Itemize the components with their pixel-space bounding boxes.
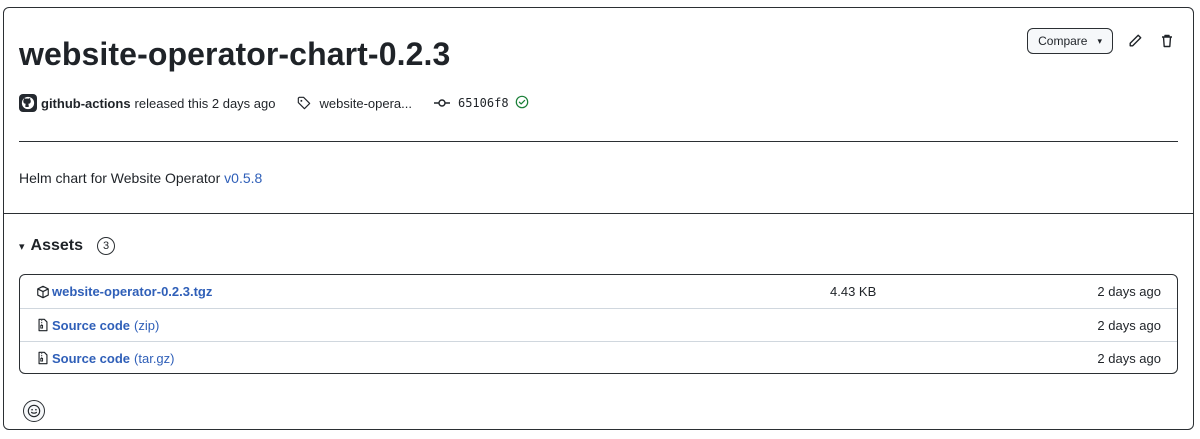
assets-heading: Assets: [30, 237, 84, 254]
asset-ext: (zip): [134, 317, 160, 333]
compare-label: Compare: [1038, 34, 1088, 48]
assets-list: website-operator-0.2.3.tgz 4.43 KB 2 day…: [19, 274, 1178, 374]
section-divider: [4, 213, 1193, 214]
asset-date: 2 days ago: [1097, 317, 1161, 333]
asset-link[interactable]: website-operator-0.2.3.tgz: [36, 284, 212, 299]
edit-button[interactable]: [1125, 29, 1145, 53]
asset-date: 2 days ago: [1097, 350, 1161, 366]
list-item: Source code (zip) 2 days ago: [20, 308, 1177, 341]
list-item: Source code (tar.gz) 2 days ago: [20, 341, 1177, 374]
triangle-down-icon: ▾: [19, 240, 25, 253]
github-logo-icon: [21, 96, 35, 110]
git-commit-icon: [433, 99, 450, 107]
header-divider: [19, 141, 1178, 142]
release-description: Helm chart for Website Operator v0.5.8: [19, 170, 262, 186]
compare-button[interactable]: Compare ▾: [1027, 28, 1113, 54]
asset-link[interactable]: Source code (tar.gz): [36, 351, 175, 366]
chevron-down-icon: ▾: [1097, 35, 1102, 46]
package-icon: [36, 285, 50, 299]
version-link[interactable]: v0.5.8: [224, 170, 262, 186]
asset-ext: (tar.gz): [134, 350, 175, 366]
tag-label: website-opera...: [319, 95, 412, 111]
check-circle-icon[interactable]: [515, 95, 529, 112]
author-link[interactable]: github-actions: [41, 96, 131, 111]
smiley-icon: [27, 404, 41, 418]
asset-size: 4.43 KB: [830, 284, 877, 299]
tag-link[interactable]: website-opera...: [297, 96, 412, 111]
trash-icon: [1162, 34, 1172, 48]
delete-button[interactable]: [1157, 29, 1177, 53]
file-zip-icon: [36, 351, 50, 365]
release-meta: github-actions released this 2 days ago …: [19, 93, 529, 113]
avatar[interactable]: [19, 94, 37, 112]
released-text: released this 2 days ago: [134, 95, 276, 111]
release-card: website-operator-chart-0.2.3 Compare ▾ g…: [3, 7, 1194, 430]
asset-name: website-operator-0.2.3.tgz: [52, 284, 213, 299]
file-zip-icon: [36, 318, 50, 332]
assets-count-badge: 3: [97, 237, 116, 255]
release-header: website-operator-chart-0.2.3 Compare ▾ g…: [4, 8, 1193, 214]
list-item: website-operator-0.2.3.tgz 4.43 KB 2 day…: [20, 275, 1177, 308]
commit-link[interactable]: 65106f8: [433, 96, 509, 110]
asset-name: Source code: [52, 350, 131, 366]
commit-sha: 65106f8: [457, 96, 509, 110]
add-reaction-button[interactable]: [23, 400, 45, 422]
pencil-icon: [1129, 34, 1142, 47]
asset-date: 2 days ago: [1097, 284, 1161, 299]
asset-link[interactable]: Source code (zip): [36, 318, 159, 333]
description-text: Helm chart for Website Operator: [19, 170, 225, 186]
release-actions: Compare ▾: [1027, 28, 1177, 54]
assets-toggle[interactable]: ▾ Assets 3: [19, 237, 116, 255]
tag-icon: [298, 96, 311, 110]
release-title[interactable]: website-operator-chart-0.2.3: [19, 36, 450, 73]
asset-name: Source code: [52, 317, 131, 333]
